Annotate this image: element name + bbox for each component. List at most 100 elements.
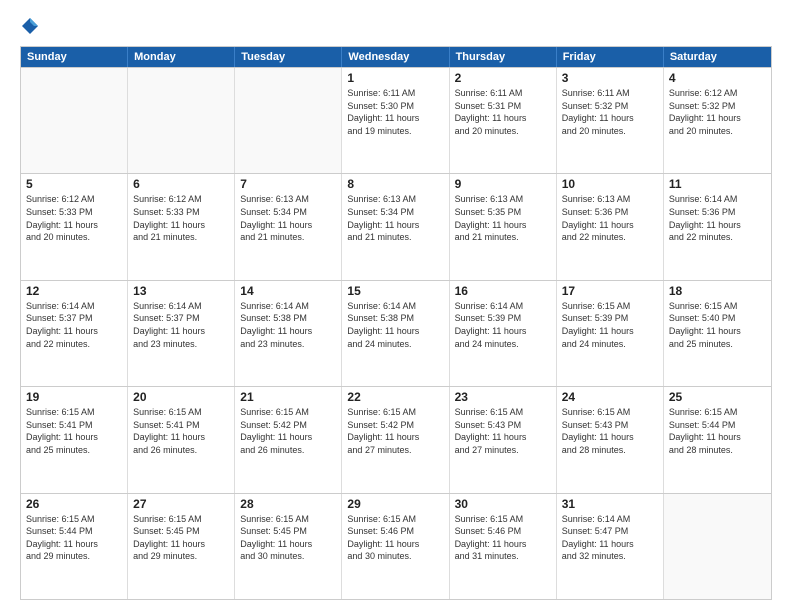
cell-day-number: 29 bbox=[347, 497, 443, 511]
page: SundayMondayTuesdayWednesdayThursdayFrid… bbox=[0, 0, 792, 612]
calendar-header-cell: Thursday bbox=[450, 47, 557, 67]
cell-info: Sunrise: 6:15 AM Sunset: 5:41 PM Dayligh… bbox=[133, 406, 229, 456]
calendar-cell: 18 Sunrise: 6:15 AM Sunset: 5:40 PM Dayli… bbox=[664, 281, 771, 386]
calendar-week-4: 19 Sunrise: 6:15 AM Sunset: 5:41 PM Dayli… bbox=[21, 386, 771, 492]
cell-info: Sunrise: 6:13 AM Sunset: 5:36 PM Dayligh… bbox=[562, 193, 658, 243]
calendar-cell: 26Sunrise: 6:15 AM Sunset: 5:44 PM Dayli… bbox=[21, 494, 128, 599]
cell-day-number: 9 bbox=[455, 177, 551, 191]
cell-info: Sunrise: 6:14 AM Sunset: 5:36 PM Dayligh… bbox=[669, 193, 766, 243]
cell-day-number: 28 bbox=[240, 497, 336, 511]
calendar-cell: 29 Sunrise: 6:15 AM Sunset: 5:46 PM Dayli… bbox=[342, 494, 449, 599]
cell-day-number: 14 bbox=[240, 284, 336, 298]
cell-info: Sunrise: 6:15 AM Sunset: 5:43 PM Dayligh… bbox=[562, 406, 658, 456]
logo-icon bbox=[20, 16, 40, 36]
cell-day-number: 20 bbox=[133, 390, 229, 404]
cell-day-number: 7 bbox=[240, 177, 336, 191]
calendar-cell: 4 Sunrise: 6:12 AM Sunset: 5:32 PM Daylig… bbox=[664, 68, 771, 173]
cell-day-number: 31 bbox=[562, 497, 658, 511]
cell-info: Sunrise: 6:12 AM Sunset: 5:33 PM Dayligh… bbox=[26, 193, 122, 243]
cell-info: Sunrise: 6:14 AM Sunset: 5:38 PM Dayligh… bbox=[240, 300, 336, 350]
cell-info: Sunrise: 6:15 AM Sunset: 5:45 PM Dayligh… bbox=[240, 513, 336, 563]
cell-day-number: 2 bbox=[455, 71, 551, 85]
cell-day-number: 12 bbox=[26, 284, 122, 298]
cell-day-number: 19 bbox=[26, 390, 122, 404]
calendar-cell: 12 Sunrise: 6:14 AM Sunset: 5:37 PM Dayli… bbox=[21, 281, 128, 386]
cell-day-number: 27 bbox=[133, 497, 229, 511]
calendar-header-cell: Saturday bbox=[664, 47, 771, 67]
cell-info: Sunrise: 6:12 AM Sunset: 5:32 PM Dayligh… bbox=[669, 87, 766, 137]
calendar-cell bbox=[664, 494, 771, 599]
calendar-cell: 27 Sunrise: 6:15 AM Sunset: 5:45 PM Dayli… bbox=[128, 494, 235, 599]
calendar-cell: 20 Sunrise: 6:15 AM Sunset: 5:41 PM Dayli… bbox=[128, 387, 235, 492]
cell-day-number: 6 bbox=[133, 177, 229, 191]
calendar-body: 1 Sunrise: 6:11 AM Sunset: 5:30 PM Daylig… bbox=[21, 67, 771, 599]
logo bbox=[20, 16, 44, 38]
cell-day-number: 8 bbox=[347, 177, 443, 191]
calendar-header-cell: Tuesday bbox=[235, 47, 342, 67]
cell-info: Sunrise: 6:15 AM Sunset: 5:41 PM Dayligh… bbox=[26, 406, 122, 456]
cell-info: Sunrise: 6:15 AM Sunset: 5:42 PM Dayligh… bbox=[347, 406, 443, 456]
cell-info: Sunrise: 6:13 AM Sunset: 5:35 PM Dayligh… bbox=[455, 193, 551, 243]
calendar-cell: 1 Sunrise: 6:11 AM Sunset: 5:30 PM Daylig… bbox=[342, 68, 449, 173]
calendar-week-3: 12 Sunrise: 6:14 AM Sunset: 5:37 PM Dayli… bbox=[21, 280, 771, 386]
calendar-week-5: 26Sunrise: 6:15 AM Sunset: 5:44 PM Dayli… bbox=[21, 493, 771, 599]
calendar-cell: 25 Sunrise: 6:15 AM Sunset: 5:44 PM Dayli… bbox=[664, 387, 771, 492]
cell-day-number: 5 bbox=[26, 177, 122, 191]
cell-day-number: 18 bbox=[669, 284, 766, 298]
cell-info: Sunrise: 6:15 AM Sunset: 5:46 PM Dayligh… bbox=[455, 513, 551, 563]
calendar-header-cell: Wednesday bbox=[342, 47, 449, 67]
calendar-cell: 15 Sunrise: 6:14 AM Sunset: 5:38 PM Dayli… bbox=[342, 281, 449, 386]
cell-day-number: 24 bbox=[562, 390, 658, 404]
cell-info: Sunrise: 6:15 AM Sunset: 5:44 PM Dayligh… bbox=[669, 406, 766, 456]
calendar-cell: 16Sunrise: 6:14 AM Sunset: 5:39 PM Dayli… bbox=[450, 281, 557, 386]
calendar-cell: 10 Sunrise: 6:13 AM Sunset: 5:36 PM Dayli… bbox=[557, 174, 664, 279]
calendar-header-cell: Sunday bbox=[21, 47, 128, 67]
cell-info: Sunrise: 6:11 AM Sunset: 5:31 PM Dayligh… bbox=[455, 87, 551, 137]
calendar-cell: 9 Sunrise: 6:13 AM Sunset: 5:35 PM Daylig… bbox=[450, 174, 557, 279]
cell-info: Sunrise: 6:11 AM Sunset: 5:30 PM Dayligh… bbox=[347, 87, 443, 137]
cell-info: Sunrise: 6:11 AM Sunset: 5:32 PM Dayligh… bbox=[562, 87, 658, 137]
calendar-cell bbox=[21, 68, 128, 173]
cell-info: Sunrise: 6:15 AM Sunset: 5:40 PM Dayligh… bbox=[669, 300, 766, 350]
calendar-cell: 11 Sunrise: 6:14 AM Sunset: 5:36 PM Dayli… bbox=[664, 174, 771, 279]
cell-day-number: 22 bbox=[347, 390, 443, 404]
cell-info: Sunrise: 6:13 AM Sunset: 5:34 PM Dayligh… bbox=[347, 193, 443, 243]
calendar-cell: 19 Sunrise: 6:15 AM Sunset: 5:41 PM Dayli… bbox=[21, 387, 128, 492]
cell-info: Sunrise: 6:15 AM Sunset: 5:46 PM Dayligh… bbox=[347, 513, 443, 563]
calendar-cell: 21Sunrise: 6:15 AM Sunset: 5:42 PM Dayli… bbox=[235, 387, 342, 492]
calendar-cell: 23Sunrise: 6:15 AM Sunset: 5:43 PM Dayli… bbox=[450, 387, 557, 492]
cell-info: Sunrise: 6:14 AM Sunset: 5:39 PM Dayligh… bbox=[455, 300, 551, 350]
calendar-cell: 2 Sunrise: 6:11 AM Sunset: 5:31 PM Daylig… bbox=[450, 68, 557, 173]
cell-info: Sunrise: 6:14 AM Sunset: 5:47 PM Dayligh… bbox=[562, 513, 658, 563]
cell-day-number: 4 bbox=[669, 71, 766, 85]
cell-day-number: 11 bbox=[669, 177, 766, 191]
calendar-cell: 6 Sunrise: 6:12 AM Sunset: 5:33 PM Daylig… bbox=[128, 174, 235, 279]
cell-info: Sunrise: 6:14 AM Sunset: 5:37 PM Dayligh… bbox=[26, 300, 122, 350]
calendar-week-2: 5 Sunrise: 6:12 AM Sunset: 5:33 PM Daylig… bbox=[21, 173, 771, 279]
cell-info: Sunrise: 6:14 AM Sunset: 5:37 PM Dayligh… bbox=[133, 300, 229, 350]
calendar-cell: 8 Sunrise: 6:13 AM Sunset: 5:34 PM Daylig… bbox=[342, 174, 449, 279]
cell-day-number: 3 bbox=[562, 71, 658, 85]
cell-info: Sunrise: 6:15 AM Sunset: 5:44 PM Dayligh… bbox=[26, 513, 122, 563]
calendar-header-cell: Monday bbox=[128, 47, 235, 67]
calendar-cell: 17 Sunrise: 6:15 AM Sunset: 5:39 PM Dayli… bbox=[557, 281, 664, 386]
cell-day-number: 15 bbox=[347, 284, 443, 298]
cell-day-number: 30 bbox=[455, 497, 551, 511]
cell-info: Sunrise: 6:15 AM Sunset: 5:45 PM Dayligh… bbox=[133, 513, 229, 563]
cell-info: Sunrise: 6:15 AM Sunset: 5:39 PM Dayligh… bbox=[562, 300, 658, 350]
cell-info: Sunrise: 6:15 AM Sunset: 5:43 PM Dayligh… bbox=[455, 406, 551, 456]
cell-info: Sunrise: 6:13 AM Sunset: 5:34 PM Dayligh… bbox=[240, 193, 336, 243]
calendar-cell: 3 Sunrise: 6:11 AM Sunset: 5:32 PM Daylig… bbox=[557, 68, 664, 173]
cell-info: Sunrise: 6:12 AM Sunset: 5:33 PM Dayligh… bbox=[133, 193, 229, 243]
cell-day-number: 25 bbox=[669, 390, 766, 404]
cell-day-number: 17 bbox=[562, 284, 658, 298]
calendar-cell: 5 Sunrise: 6:12 AM Sunset: 5:33 PM Daylig… bbox=[21, 174, 128, 279]
calendar-cell: 22 Sunrise: 6:15 AM Sunset: 5:42 PM Dayli… bbox=[342, 387, 449, 492]
cell-info: Sunrise: 6:14 AM Sunset: 5:38 PM Dayligh… bbox=[347, 300, 443, 350]
calendar-cell: 14 Sunrise: 6:14 AM Sunset: 5:38 PM Dayli… bbox=[235, 281, 342, 386]
calendar-header-cell: Friday bbox=[557, 47, 664, 67]
cell-day-number: 10 bbox=[562, 177, 658, 191]
cell-day-number: 1 bbox=[347, 71, 443, 85]
calendar-cell: 28 Sunrise: 6:15 AM Sunset: 5:45 PM Dayli… bbox=[235, 494, 342, 599]
calendar-cell bbox=[128, 68, 235, 173]
